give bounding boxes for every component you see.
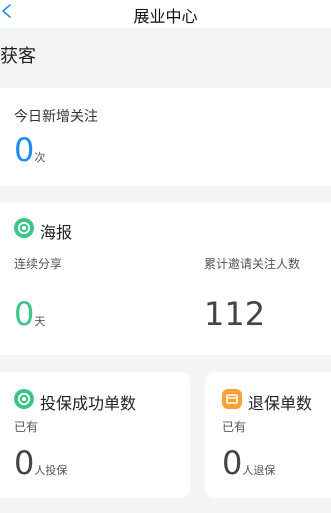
continuous-share-label: 连续分享	[14, 257, 63, 271]
surrender-icon	[222, 389, 242, 409]
total-invite-count: 112	[204, 295, 266, 333]
surrender-unit: 人退保	[242, 464, 276, 477]
continuous-share-days: 0	[14, 295, 35, 333]
new-follows-unit: 次	[34, 151, 46, 164]
new-follows-label: 今日新增关注	[14, 109, 98, 125]
insure-success-value-group: 0人投保	[14, 447, 67, 479]
insure-success-count: 0	[14, 444, 35, 482]
new-follows-count: 0	[14, 131, 35, 169]
surrender-title: 退保单数	[248, 394, 313, 413]
insure-success-title: 投保成功单数	[40, 394, 137, 413]
continuous-share-value-group: 0天	[14, 298, 45, 330]
insure-success-icon	[14, 389, 34, 409]
surrender-sub: 已有	[222, 420, 247, 434]
page-title: 展业中心	[133, 7, 198, 26]
continuous-share-unit: 天	[34, 315, 46, 328]
surrender-value-group: 0人退保	[222, 447, 275, 479]
poster-title: 海报	[40, 223, 73, 242]
section-title-acquisition: 获客	[0, 46, 36, 67]
new-follows-value-group: 0次	[14, 134, 45, 166]
surrender-count: 0	[222, 444, 243, 482]
insure-success-sub: 已有	[14, 420, 39, 434]
total-invite-label: 累计邀请关注人数	[204, 257, 301, 271]
new-follows-card[interactable]	[0, 88, 331, 186]
insure-success-unit: 人投保	[34, 464, 68, 477]
poster-icon	[14, 218, 34, 238]
